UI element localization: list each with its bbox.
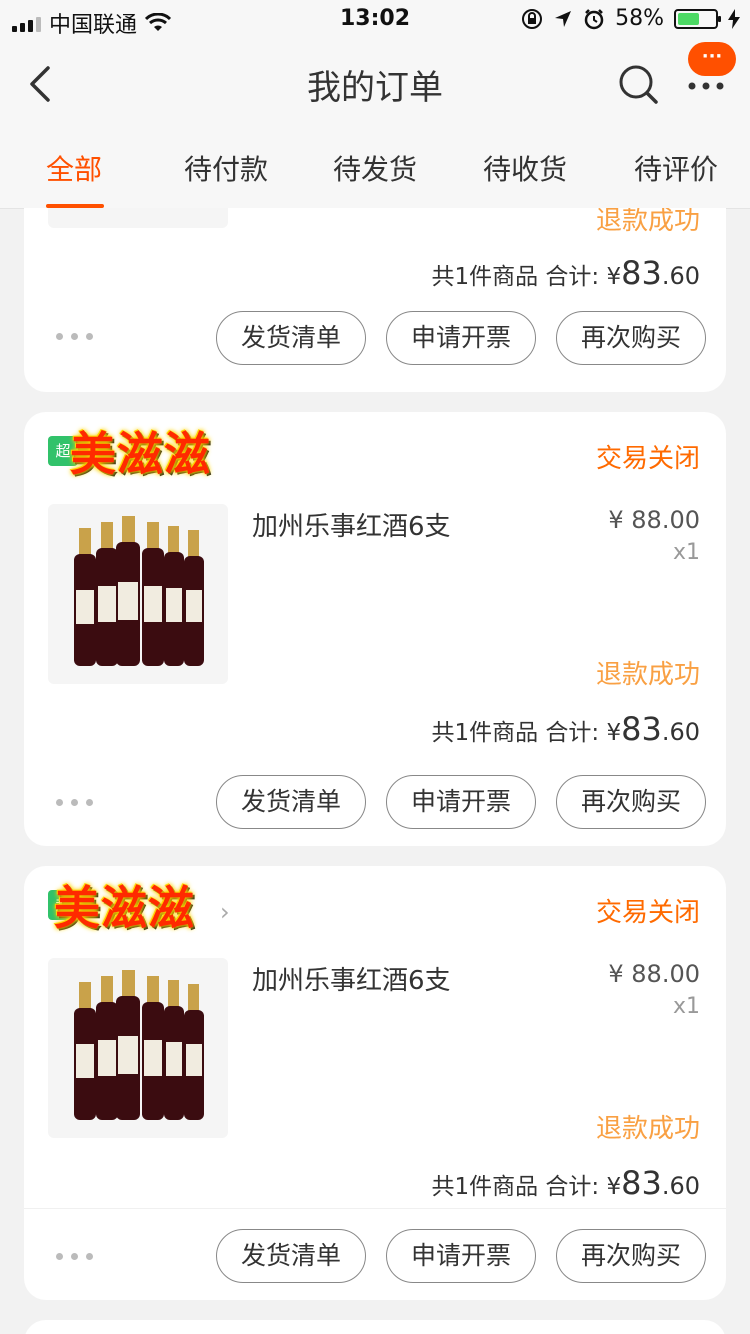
more-actions-icon[interactable] xyxy=(56,333,93,340)
more-actions-icon[interactable] xyxy=(56,799,93,806)
tab-pending-receipt[interactable]: 待收货 xyxy=(483,148,567,188)
wine-bottles-image xyxy=(74,970,204,1120)
apply-invoice-button[interactable]: 申请开票 xyxy=(386,311,536,365)
product-image[interactable] xyxy=(48,504,228,684)
order-tabs: 全部 待付款 待发货 待收货 待评价 xyxy=(0,128,750,209)
wine-bottles-image xyxy=(74,516,204,666)
apply-invoice-button[interactable]: 申请开票 xyxy=(386,775,536,829)
refund-status: 退款成功 xyxy=(595,208,700,236)
alarm-icon xyxy=(584,8,604,29)
more-actions-icon[interactable] xyxy=(56,1253,93,1260)
refund-status: 退款成功 xyxy=(595,1114,700,1144)
order-total: 共1件商品 合计: ¥83.60 xyxy=(431,1164,700,1202)
tab-pending-payment[interactable]: 待付款 xyxy=(184,148,268,188)
apply-invoice-button[interactable]: 申请开票 xyxy=(386,1229,536,1283)
refund-status: 退款成功 xyxy=(595,660,700,690)
tab-all[interactable]: 全部 xyxy=(46,148,102,188)
order-total: 共1件商品 合计: ¥83.60 xyxy=(431,254,700,292)
product-image[interactable] xyxy=(48,208,228,228)
product-title[interactable]: 加州乐事红酒6支 xyxy=(252,960,451,997)
product-title[interactable]: 加州乐事红酒6支 xyxy=(252,506,451,543)
battery-icon xyxy=(674,8,721,29)
product-price: ¥ 88.00 xyxy=(608,960,700,988)
battery-percent: 58% xyxy=(615,6,664,31)
order-card: 退款成功 共1件商品 合计: ¥83.60 发货清单 申请开票 再次购买 xyxy=(24,208,726,392)
shop-header[interactable]: 超 美滋滋 xyxy=(48,876,238,936)
delivery-list-button[interactable]: 发货清单 xyxy=(216,1229,366,1283)
search-icon[interactable] xyxy=(616,62,660,106)
shop-header[interactable]: 超 美滋滋 xyxy=(48,422,238,482)
order-card xyxy=(24,1320,726,1334)
shop-name[interactable]: 美滋滋 xyxy=(54,872,195,938)
order-card: 超 美滋滋 交易关闭 加州乐事红酒6支 ¥ 88.00 x1 退款成功 共1件商… xyxy=(24,412,726,846)
order-status: 交易关闭 xyxy=(595,898,700,928)
status-bar: 中国联通 13:02 58% xyxy=(0,0,750,40)
charging-icon xyxy=(728,8,740,29)
more-icon[interactable] xyxy=(686,76,726,96)
location-icon xyxy=(555,10,572,27)
nav-bar: 我的订单 ··· xyxy=(0,40,750,128)
order-status: 交易关闭 xyxy=(595,444,700,474)
product-quantity: x1 xyxy=(672,540,700,565)
product-image[interactable] xyxy=(48,958,228,1138)
wine-bottles-image xyxy=(48,208,228,228)
delivery-list-button[interactable]: 发货清单 xyxy=(216,311,366,365)
rotation-lock-icon xyxy=(522,8,543,29)
message-badge[interactable]: ··· xyxy=(688,42,736,76)
chevron-right-icon[interactable]: › xyxy=(220,898,230,926)
status-right: 58% xyxy=(521,6,740,31)
order-total: 共1件商品 合计: ¥83.60 xyxy=(431,710,700,748)
buy-again-button[interactable]: 再次购买 xyxy=(556,311,706,365)
order-card: 超 美滋滋 › 交易关闭 加州乐事红酒6支 ¥ 88.00 x1 退款成功 共1… xyxy=(24,866,726,1300)
delivery-list-button[interactable]: 发货清单 xyxy=(216,775,366,829)
product-price: ¥ 88.00 xyxy=(608,506,700,534)
tab-pending-review[interactable]: 待评价 xyxy=(634,148,718,188)
divider xyxy=(24,1208,726,1209)
order-list[interactable]: 退款成功 共1件商品 合计: ¥83.60 发货清单 申请开票 再次购买 超 美… xyxy=(0,208,750,1334)
tab-pending-shipment[interactable]: 待发货 xyxy=(333,148,417,188)
buy-again-button[interactable]: 再次购买 xyxy=(556,775,706,829)
shop-name[interactable]: 美滋滋 xyxy=(70,418,211,484)
product-quantity: x1 xyxy=(672,994,700,1019)
buy-again-button[interactable]: 再次购买 xyxy=(556,1229,706,1283)
